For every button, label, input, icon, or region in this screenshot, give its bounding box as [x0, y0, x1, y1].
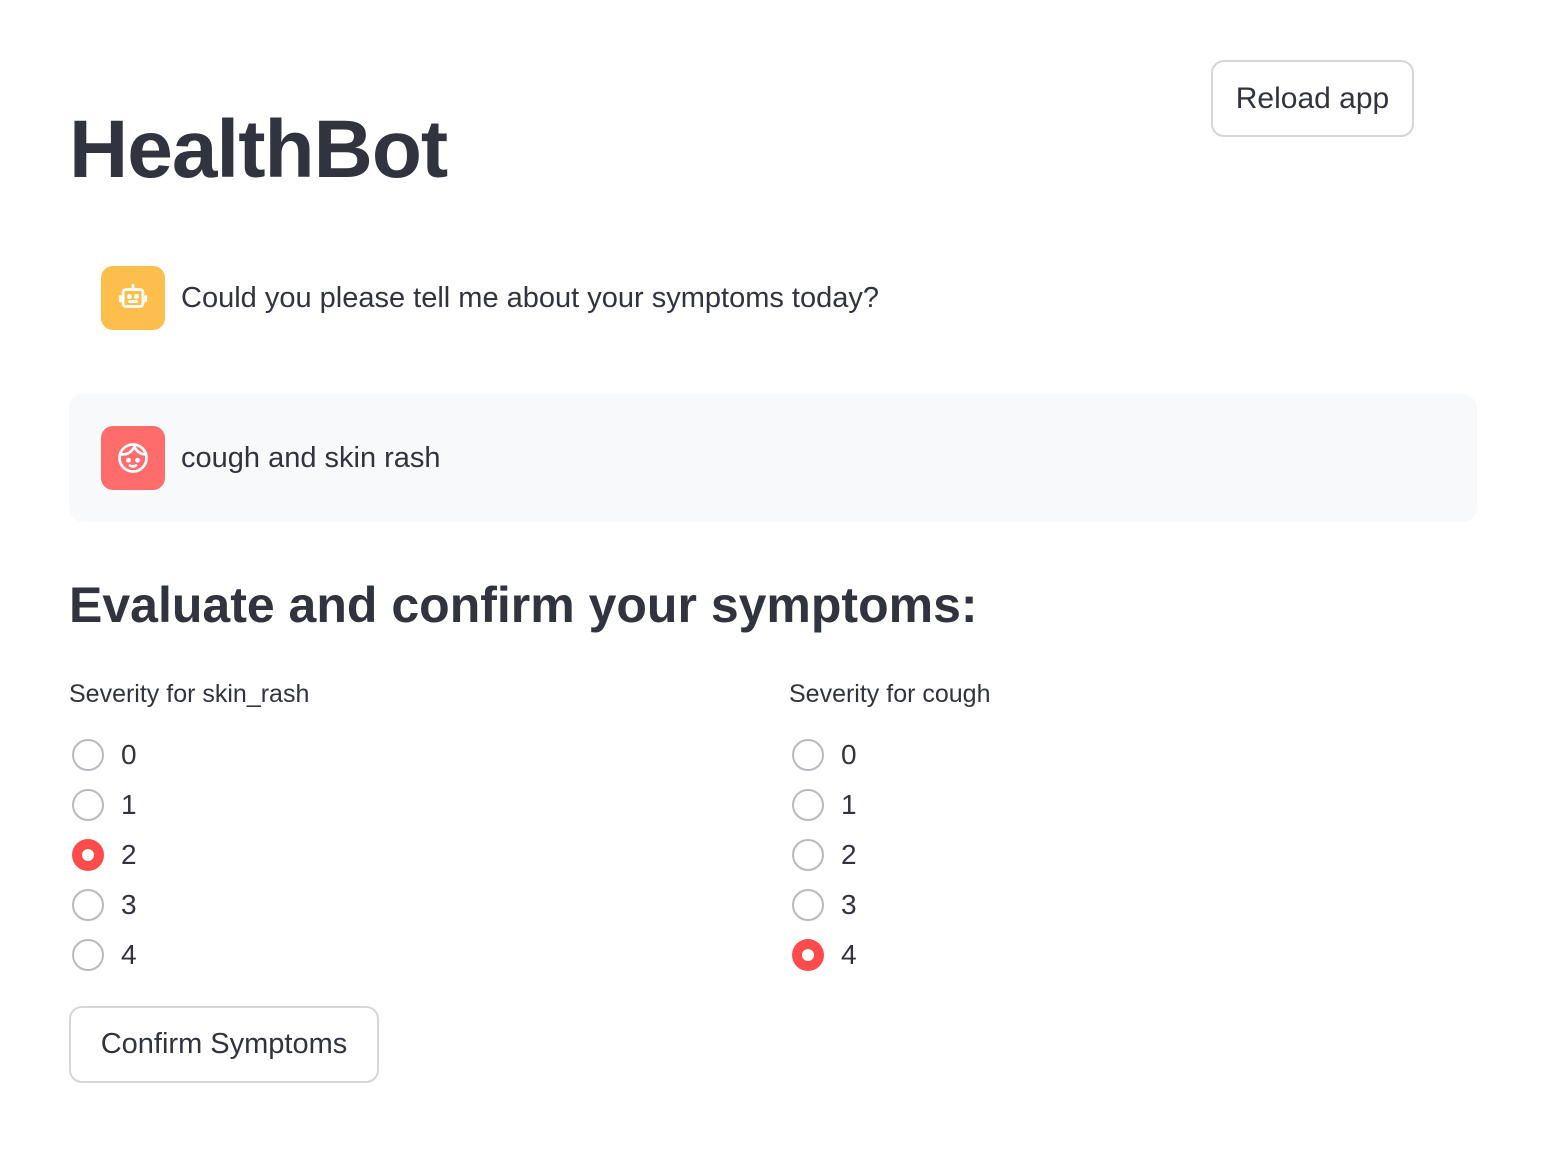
radio-option-label: 2	[121, 839, 137, 870]
radio-button[interactable]	[792, 789, 824, 821]
radio-group-label: Severity for cough	[789, 680, 991, 708]
radio-button[interactable]	[72, 889, 104, 921]
radio-option-label: 2	[841, 839, 857, 870]
radio-option[interactable]: 4	[69, 930, 669, 980]
severity-cough-group: Severity for cough 0 1 2 3 4	[789, 674, 1389, 980]
radio-option-label: 4	[841, 939, 857, 970]
radio-option[interactable]: 4	[789, 930, 1389, 980]
app-page: Reload app HealthBot Could you please te…	[0, 0, 1554, 1174]
confirm-symptoms-button[interactable]: Confirm Symptoms	[69, 1006, 379, 1083]
radio-option-label: 0	[121, 739, 137, 770]
radio-option[interactable]: 3	[789, 880, 1389, 930]
radio-button[interactable]	[72, 939, 104, 971]
radio-options: 0 1 2 3 4	[789, 730, 1389, 980]
robot-icon	[101, 266, 165, 330]
radio-button-selected[interactable]	[792, 939, 824, 971]
radio-button[interactable]	[792, 839, 824, 871]
chat-message-text: cough and skin rash	[181, 441, 441, 474]
radio-option[interactable]: 0	[69, 730, 669, 780]
radio-button[interactable]	[72, 739, 104, 771]
section-heading: Evaluate and confirm your symptoms:	[69, 577, 978, 633]
severity-skin-rash-group: Severity for skin_rash 0 1 2 3 4	[69, 674, 669, 980]
radio-group-label: Severity for skin_rash	[69, 680, 310, 708]
radio-option[interactable]: 2	[69, 830, 669, 880]
chat-message-assistant: Could you please tell me about your symp…	[69, 234, 1477, 362]
radio-option[interactable]: 0	[789, 730, 1389, 780]
radio-option-label: 3	[841, 889, 857, 920]
radio-button[interactable]	[72, 789, 104, 821]
radio-option-label: 4	[121, 939, 137, 970]
radio-options: 0 1 2 3 4	[69, 730, 669, 980]
radio-option[interactable]: 3	[69, 880, 669, 930]
radio-option[interactable]: 1	[69, 780, 669, 830]
radio-button[interactable]	[792, 739, 824, 771]
radio-option-label: 0	[841, 739, 857, 770]
chat-message-text: Could you please tell me about your symp…	[181, 281, 879, 314]
radio-button[interactable]	[792, 889, 824, 921]
radio-option[interactable]: 1	[789, 780, 1389, 830]
radio-button-selected[interactable]	[72, 839, 104, 871]
chat-message-user: cough and skin rash	[69, 394, 1477, 522]
radio-option[interactable]: 2	[789, 830, 1389, 880]
reload-app-button[interactable]: Reload app	[1211, 60, 1414, 137]
user-face-icon	[101, 426, 165, 490]
radio-option-label: 1	[841, 789, 857, 820]
page-title: HealthBot	[69, 104, 448, 195]
radio-option-label: 3	[121, 889, 137, 920]
radio-option-label: 1	[121, 789, 137, 820]
